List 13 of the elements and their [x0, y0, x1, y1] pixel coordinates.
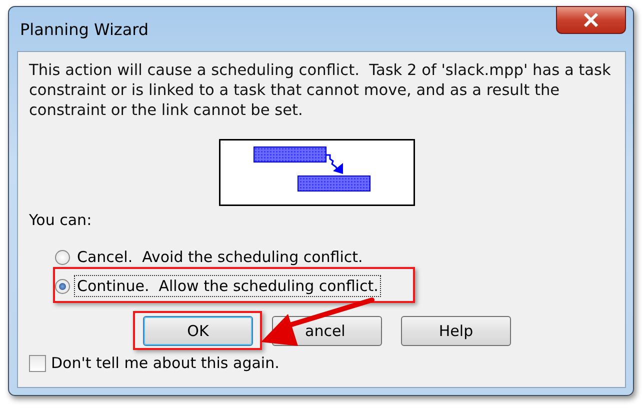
dialog-button[interactable]: Help [401, 316, 511, 346]
message-text: This action will cause a scheduling conflict. Task 2 of 'slack.mpp' has a task constraint or is linked to a task that cannot move, and as a result the constraint or the link cannot be set. [29, 60, 612, 120]
close-button[interactable] [556, 6, 626, 34]
prompt-label: You can: [29, 211, 93, 229]
checkbox-label[interactable]: Don't tell me about this again. [51, 354, 280, 372]
checkbox[interactable] [29, 354, 46, 372]
radio-button[interactable] [55, 278, 70, 294]
window-title: Planning Wizard [19, 20, 149, 38]
option-label[interactable]: Continue. Allow the scheduling conflict. [74, 275, 382, 297]
close-icon [583, 13, 599, 27]
option-label[interactable]: Cancel. Avoid the scheduling conflict. [74, 246, 366, 268]
dialog-button[interactable]: OK [143, 316, 253, 346]
radio-button[interactable] [55, 250, 70, 264]
